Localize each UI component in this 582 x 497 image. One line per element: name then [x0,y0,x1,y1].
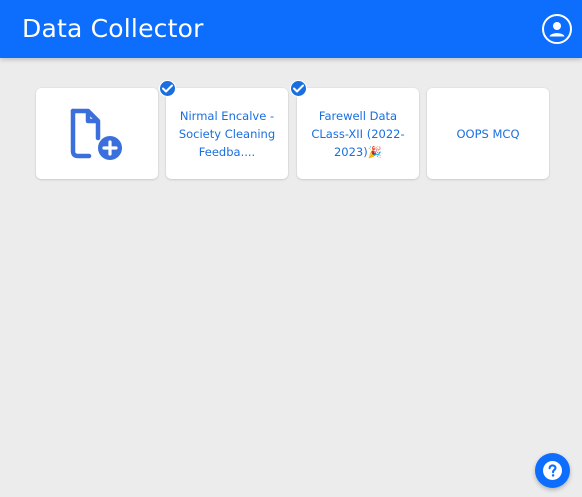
app-title: Data Collector [22,14,204,43]
form-card[interactable]: Farewell Data CLass-XII (2022-2023)🎉 [290,80,419,179]
form-card[interactable]: OOPS MCQ [427,88,549,179]
form-card-title: OOPS MCQ [433,88,543,179]
form-title-text: Farewell Data CLass-XII (2022-2023)🎉 [311,108,405,159]
form-card-title: Nirmal Encalve - Society Cleaning Feedba… [172,88,282,179]
new-form-card[interactable] [36,88,158,179]
check-icon [162,84,173,93]
file-add-icon [70,108,122,160]
form-card-title: Farewell Data CLass-XII (2022-2023)🎉 [303,88,413,179]
user-circle-icon [549,22,565,37]
selected-check-badge [290,80,307,97]
help-button[interactable] [535,453,570,488]
form-title-text: OOPS MCQ [456,126,520,141]
app-header: Data Collector [0,0,582,58]
form-title-text: Nirmal Encalve - Society Cleaning Feedba… [178,108,276,159]
check-icon [293,84,304,93]
form-card[interactable]: Nirmal Encalve - Society Cleaning Feedba… [159,80,288,179]
account-button[interactable] [542,14,572,44]
selected-check-badge [159,80,176,97]
question-circle-icon [543,461,562,480]
